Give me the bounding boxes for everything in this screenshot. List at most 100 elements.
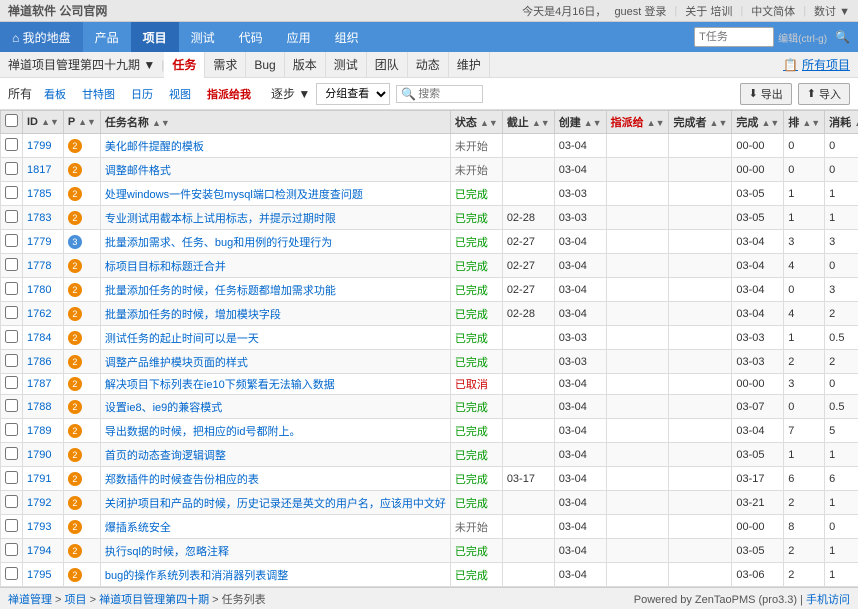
th-created[interactable]: 创建 ▲▼ [554,111,606,134]
nav-app[interactable]: 应用 [275,22,323,52]
row-name[interactable]: 处理windows一件安装包mysql端口检测及进度查问题 [100,182,450,206]
row-name[interactable]: 关闭护项目和产品的时候，历史记录还是英文的用户名，应该用中文好 [100,491,450,515]
nav-search-btn[interactable]: 🔍 [835,30,850,44]
subnav-task[interactable]: 任务 [164,52,205,78]
row-id[interactable]: 1762 [23,302,64,326]
th-checkbox[interactable] [1,111,23,134]
row-checkbox[interactable] [1,206,23,230]
row-id[interactable]: 1788 [23,395,64,419]
brand[interactable]: 禅道软件 公司官网 [8,2,107,19]
subnav-maintain[interactable]: 维护 [449,52,490,78]
row-id[interactable]: 1794 [23,539,64,563]
row-id[interactable]: 1793 [23,515,64,539]
tab-assigned[interactable]: 指派给我 [201,84,257,104]
row-name[interactable]: 执行sql的时候，忽略注释 [100,539,450,563]
breadcrumb-admin[interactable]: 禅道管理 [8,594,52,606]
row-name[interactable]: 调整产品维护模块页面的样式 [100,350,450,374]
row-checkbox[interactable] [1,563,23,587]
th-consumed[interactable]: 消耗 ▲▼ [825,111,858,134]
tab-view[interactable]: 视图 [163,84,197,104]
user-login[interactable]: guest 登录 [614,3,666,19]
th-pri[interactable]: P ▲▼ [63,111,100,134]
select-all-checkbox[interactable] [5,114,18,127]
breadcrumb-project[interactable]: 项目 [65,594,87,606]
row-checkbox[interactable] [1,515,23,539]
more-dropdown[interactable]: 数讨 ▼ [814,3,850,19]
all-projects-label[interactable]: 所有项目 [802,56,850,73]
th-deadline[interactable]: 截止 ▲▼ [502,111,554,134]
th-finish[interactable]: 完成 ▲▼ [732,111,784,134]
row-id[interactable]: 1785 [23,182,64,206]
row-checkbox[interactable] [1,302,23,326]
th-finisher[interactable]: 完成者 ▲▼ [669,111,732,134]
th-id[interactable]: ID ▲▼ [23,111,64,134]
row-checkbox[interactable] [1,254,23,278]
mobile-link[interactable]: 手机访问 [806,594,850,606]
search-input[interactable] [418,88,478,100]
row-checkbox[interactable] [1,326,23,350]
nav-search-input[interactable] [694,27,774,47]
row-checkbox[interactable] [1,443,23,467]
th-assigned[interactable]: 指派给 ▲▼ [606,111,669,134]
subnav-team[interactable]: 团队 [367,52,408,78]
row-name[interactable]: 专业测试用截本标上试用标志，并提示过期时限 [100,206,450,230]
row-name[interactable]: 调整邮件格式 [100,158,450,182]
subnav-test[interactable]: 测试 [326,52,367,78]
row-checkbox[interactable] [1,134,23,158]
row-name[interactable]: 美化邮件提醒的模板 [100,134,450,158]
nav-code[interactable]: 代码 [227,22,275,52]
subnav-version[interactable]: 版本 [285,52,326,78]
row-checkbox[interactable] [1,374,23,395]
row-name[interactable]: 导出数据的时候，把相应的id号都附上。 [100,419,450,443]
tab-calendar[interactable]: 日历 [125,84,159,104]
row-id[interactable]: 1792 [23,491,64,515]
row-checkbox[interactable] [1,539,23,563]
row-id[interactable]: 1791 [23,467,64,491]
row-checkbox[interactable] [1,395,23,419]
export-button[interactable]: ⬇ 导出 [740,83,792,105]
lang-select[interactable]: 中文简体 [751,3,795,19]
row-id[interactable]: 1817 [23,158,64,182]
subnav-req[interactable]: 需求 [205,52,246,78]
subnav-dynamic[interactable]: 动态 [408,52,449,78]
row-checkbox[interactable] [1,278,23,302]
row-id[interactable]: 1789 [23,419,64,443]
row-name[interactable]: 标项目目标和标题迁合并 [100,254,450,278]
row-checkbox[interactable] [1,230,23,254]
row-name[interactable]: 批量添加任务的时候，任务标题都增加需求功能 [100,278,450,302]
row-name[interactable]: 批量添加需求、任务、bug和用例的行处理行为 [100,230,450,254]
th-status[interactable]: 状态 ▲▼ [450,111,502,134]
nav-project[interactable]: 项目 [131,22,179,52]
row-id[interactable]: 1790 [23,443,64,467]
breadcrumb-proj-name[interactable]: 禅道项目管理第四十期 [99,594,209,606]
row-name[interactable]: bug的操作系统列表和消消器列表调整 [100,563,450,587]
row-name[interactable]: 首页的动态查询逻辑调整 [100,443,450,467]
th-order[interactable]: 排 ▲▼ [784,111,825,134]
row-id[interactable]: 1786 [23,350,64,374]
nav-home[interactable]: ⌂ 我的地盘 [0,22,83,52]
th-name[interactable]: 任务名称 ▲▼ [100,111,450,134]
row-id[interactable]: 1795 [23,563,64,587]
row-checkbox[interactable] [1,350,23,374]
about-link[interactable]: 关于 培训 [685,3,732,19]
nav-product[interactable]: 产品 [83,22,131,52]
row-name[interactable]: 爆插系统安全 [100,515,450,539]
row-name[interactable]: 郑数插件的时候查告份相应的表 [100,467,450,491]
row-checkbox[interactable] [1,158,23,182]
row-name[interactable]: 测试任务的起止时间可以是一天 [100,326,450,350]
row-id[interactable]: 1779 [23,230,64,254]
row-name[interactable]: 解决项目下标列表在ie10下频繁看无法输入数据 [100,374,450,395]
tab-kanban[interactable]: 看板 [38,84,72,104]
row-name[interactable]: 批量添加任务的时候，增加模块字段 [100,302,450,326]
row-id[interactable]: 1780 [23,278,64,302]
row-id[interactable]: 1799 [23,134,64,158]
group-by-select[interactable]: 分组查看 [316,83,390,105]
row-name[interactable]: 设置ie8、ie9的兼容模式 [100,395,450,419]
row-checkbox[interactable] [1,182,23,206]
row-id[interactable]: 1787 [23,374,64,395]
nav-org[interactable]: 组织 [323,22,371,52]
row-id[interactable]: 1784 [23,326,64,350]
row-id[interactable]: 1778 [23,254,64,278]
import-button[interactable]: ⬆ 导入 [798,83,850,105]
row-checkbox[interactable] [1,419,23,443]
